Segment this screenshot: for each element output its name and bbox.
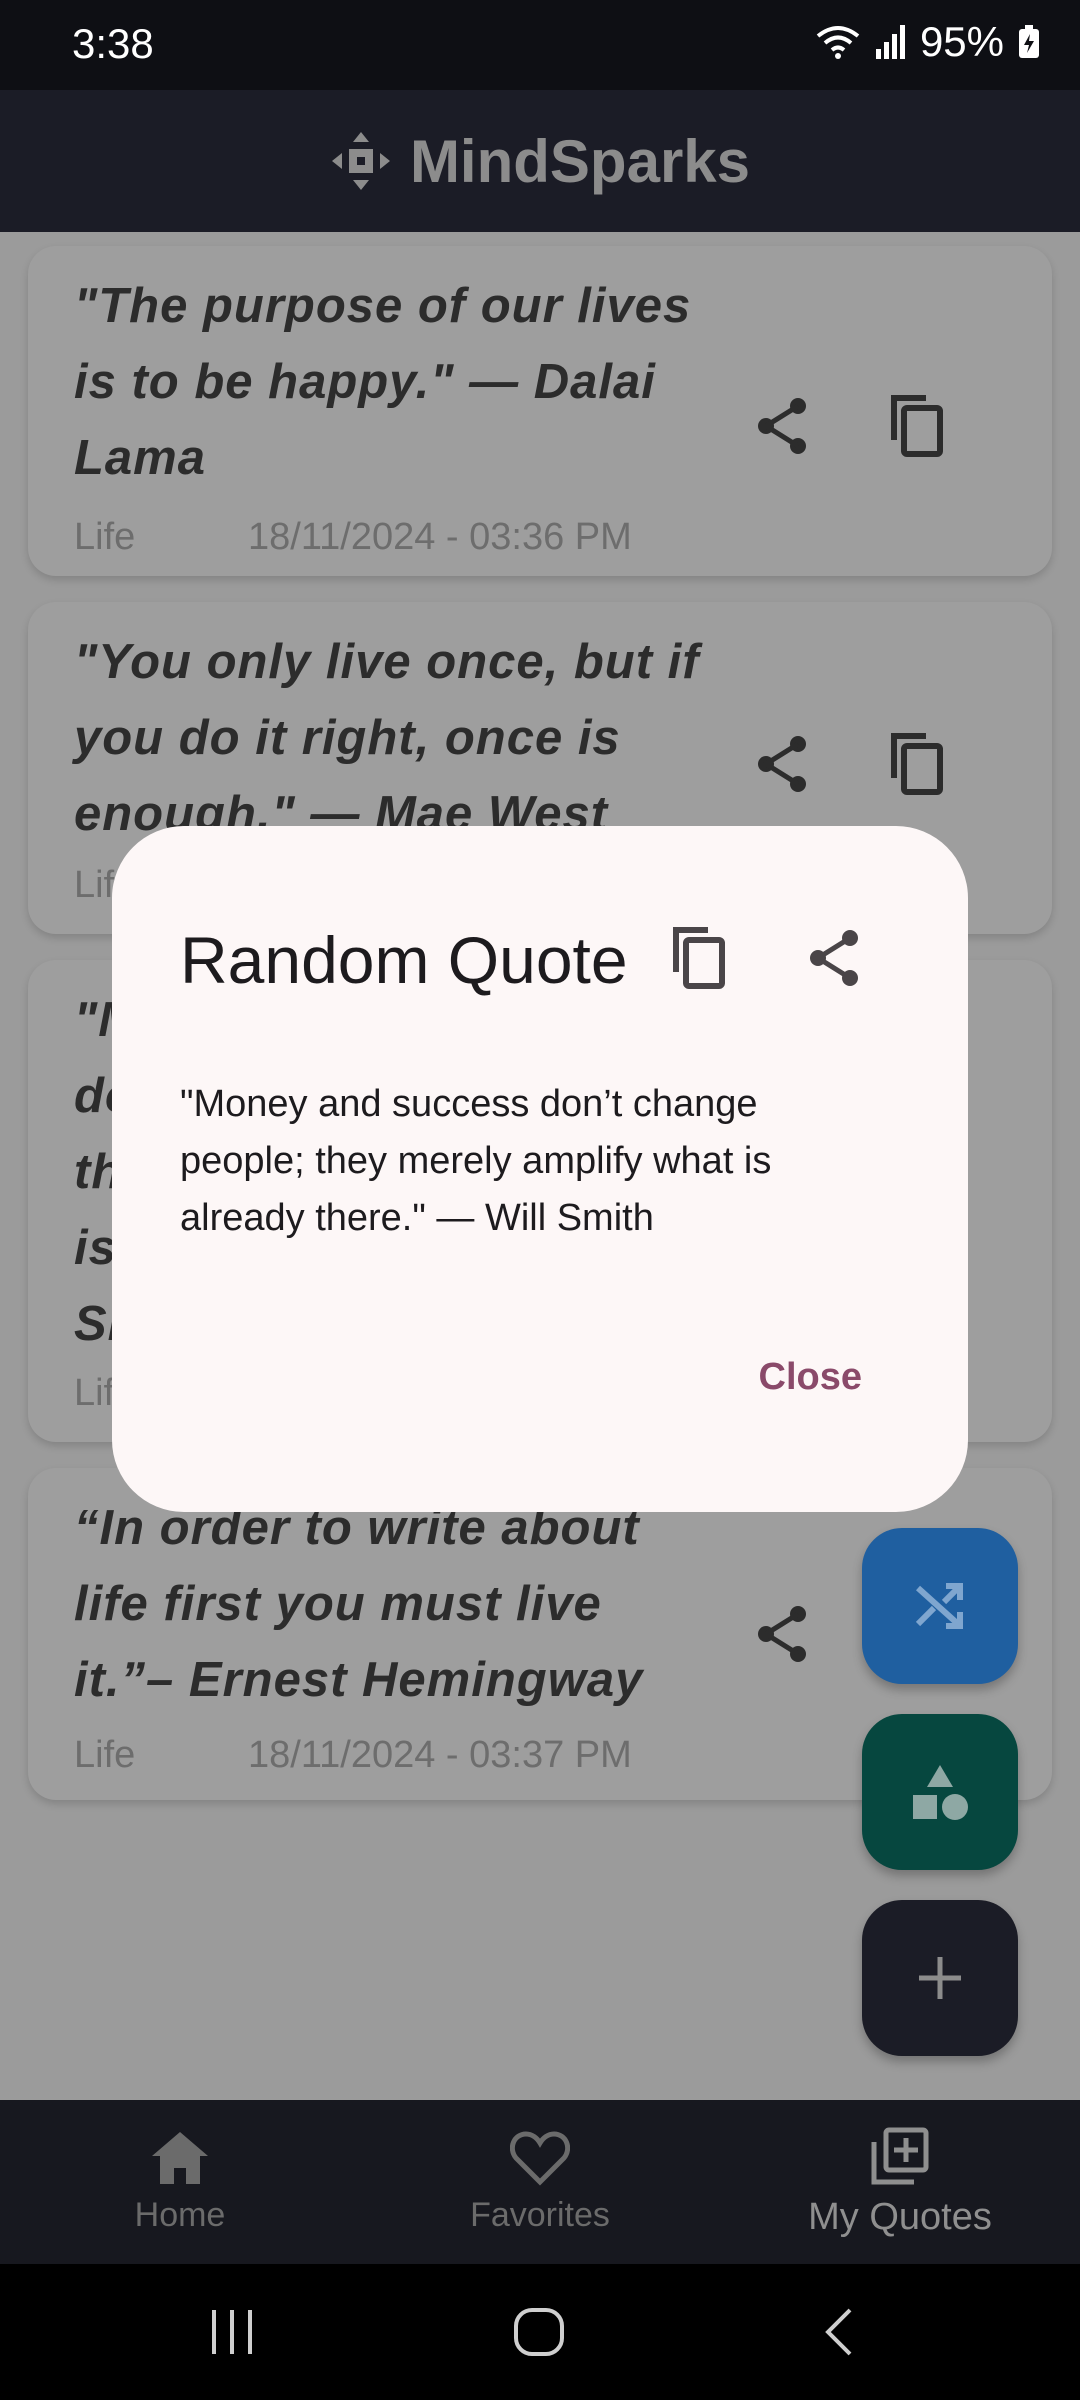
quote-date: 18/11/2024 - 03:37 PM (248, 1734, 632, 1776)
status-time: 3:38 (72, 20, 154, 67)
quote-text: "You only live once, but if you do it ri… (74, 635, 700, 841)
back-icon[interactable] (820, 2306, 860, 2358)
quote-category: Life (74, 1734, 136, 1776)
share-icon[interactable] (798, 922, 870, 994)
quote-meta: Life 18/11/2024 - 03:37 PM (74, 1734, 632, 1777)
recents-icon[interactable] (208, 2306, 256, 2358)
copy-icon[interactable] (880, 728, 952, 800)
share-icon[interactable] (746, 1598, 818, 1670)
signal-icon (875, 25, 905, 59)
app-title: MindSparks (409, 127, 751, 195)
bottom-navigation: Home Favorites My Quotes (0, 2100, 1080, 2264)
random-quote-dialog: Random Quote "Money and success don’t ch… (112, 826, 968, 1512)
share-icon[interactable] (746, 728, 818, 800)
add-quote-fab[interactable] (862, 1900, 1018, 2056)
shapes-icon (913, 1765, 968, 1820)
home-button-icon[interactable] (512, 2306, 568, 2358)
nav-home-label: Home (134, 2195, 226, 2234)
quote-text: “In order to write about life first you … (74, 1501, 644, 1707)
quote-meta: Life 18/11/2024 - 03:36 PM (74, 516, 632, 559)
quote-card[interactable]: "The purpose of our lives is to be happy… (28, 246, 1052, 576)
library-add-icon (871, 2127, 929, 2184)
wifi-icon (816, 26, 860, 59)
quote-category: Life (74, 516, 136, 558)
copy-icon[interactable] (662, 922, 734, 994)
copy-icon[interactable] (880, 390, 952, 462)
random-quote-fab[interactable] (862, 1528, 1018, 1684)
heart-outline-icon (510, 2130, 570, 2186)
close-button[interactable]: Close (759, 1356, 862, 1399)
dialog-title: Random Quote (180, 923, 628, 997)
system-navigation-bar (0, 2264, 1080, 2400)
quote-date: 18/11/2024 - 03:36 PM (248, 516, 632, 558)
quote-text: "The purpose of our lives is to be happy… (74, 279, 692, 485)
status-bar: 3:38 95% (0, 0, 1080, 90)
app-logo-icon (331, 132, 390, 190)
app-bar: MindSparks (0, 90, 1080, 232)
battery-percent: 95% (919, 18, 1004, 65)
battery-charging-icon (1019, 25, 1039, 58)
shuffle-icon (915, 1583, 963, 1629)
home-icon (152, 2131, 208, 2184)
nav-home[interactable]: Home (60, 2100, 300, 2264)
nav-favorites[interactable]: Favorites (420, 2100, 660, 2264)
dialog-quote-text: "Money and success don’t change people; … (180, 1083, 772, 1239)
nav-my-quotes-label: My Quotes (808, 2195, 992, 2238)
plus-icon (919, 1957, 961, 1999)
categories-fab[interactable] (862, 1714, 1018, 1870)
share-icon[interactable] (746, 390, 818, 462)
nav-favorites-label: Favorites (470, 2195, 610, 2234)
nav-my-quotes[interactable]: My Quotes (780, 2100, 1020, 2264)
